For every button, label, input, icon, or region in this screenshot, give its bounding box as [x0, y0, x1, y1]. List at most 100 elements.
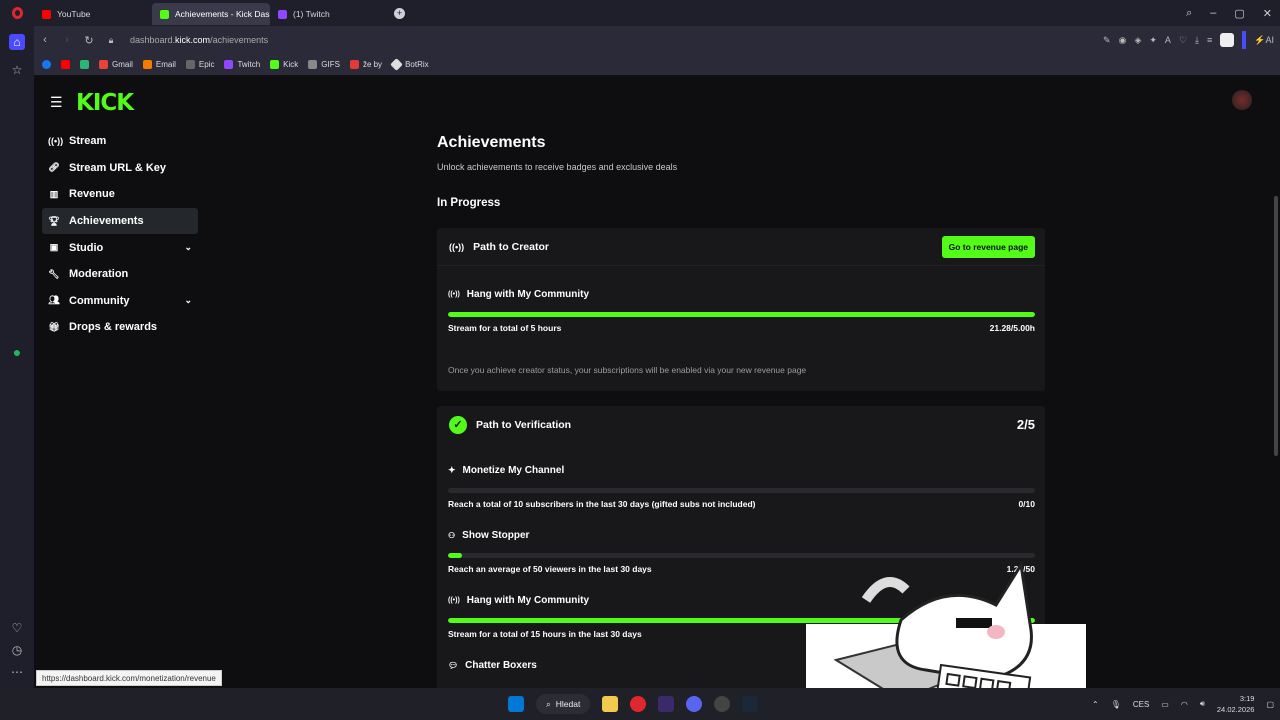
- heart-toolbar-icon[interactable]: ♡: [1179, 35, 1187, 46]
- broadcast-icon: ((•)): [449, 241, 465, 252]
- bookmark-red-icon: [349, 60, 359, 69]
- ai-label: AI: [1265, 34, 1274, 45]
- bookmark-epic[interactable]: Epic: [185, 60, 214, 69]
- task-title: Hang with My Community: [466, 594, 590, 606]
- opera-icon[interactable]: [630, 696, 647, 712]
- taskbar-apps: ⌕ Hledat: [508, 688, 759, 720]
- spotify-icon[interactable]: ●: [9, 344, 25, 360]
- nav-item-drops-rewards[interactable]: 🎁︎ Drops & rewards: [42, 314, 198, 341]
- address-bar: ‹ › ↻ 🔒︎ dashboard.kick.com/achievements…: [34, 26, 1280, 54]
- go-to-revenue-button[interactable]: Go to revenue page: [941, 236, 1035, 258]
- gift-icon: 🎁︎: [48, 321, 60, 332]
- edit-icon[interactable]: ✎: [1103, 35, 1111, 46]
- nav-item-revenue[interactable]: ▥ Revenue: [42, 181, 198, 208]
- windows-start-icon[interactable]: [508, 696, 524, 712]
- opera-logo-icon[interactable]: [0, 0, 34, 26]
- bookmark-app-icon[interactable]: [80, 60, 89, 69]
- chrome-icon[interactable]: [714, 696, 731, 712]
- close-button[interactable]: ✕: [1263, 7, 1272, 20]
- notification-icon[interactable]: ▢: [1266, 700, 1274, 709]
- wrench-icon: 🔧︎: [48, 268, 60, 279]
- facebook-icon[interactable]: [42, 60, 51, 69]
- vpn-icon[interactable]: ✦: [1149, 35, 1157, 46]
- bookmark-email[interactable]: Email: [142, 60, 176, 69]
- forward-icon[interactable]: ›: [56, 34, 78, 46]
- task-title: Monetize My Channel: [462, 464, 565, 476]
- page-scrollbar[interactable]: [1274, 196, 1278, 456]
- nav-item-achievements[interactable]: 🏆︎ Achievements: [42, 207, 198, 235]
- network-icon[interactable]: ▭: [1161, 700, 1169, 709]
- bookmark-label: GIFS: [321, 60, 340, 69]
- menu-icon[interactable]: ≡: [1207, 35, 1212, 45]
- task-description: Stream for a total of 15 hours in the la…: [448, 629, 642, 639]
- bookmark-twitch[interactable]: Twitch: [224, 60, 260, 69]
- epic-icon: [185, 60, 195, 69]
- nav-item-stream[interactable]: ((•)) Stream: [42, 128, 198, 155]
- tab-label: (1) Twitch: [293, 9, 330, 19]
- bookmark-gmail[interactable]: Gmail: [99, 60, 133, 69]
- bookmark-kick[interactable]: Kick: [270, 60, 298, 69]
- chevron-down-icon[interactable]: ⌄: [184, 242, 192, 253]
- reload-icon[interactable]: ↻: [78, 34, 100, 47]
- more-icon[interactable]: ⋯: [9, 664, 25, 680]
- bookmark-ze-by[interactable]: že by: [349, 60, 382, 69]
- bookmark-label: Email: [155, 60, 176, 69]
- chevron-down-icon[interactable]: ⌄: [184, 295, 192, 306]
- task-description: Reach a total of 10 subscribers in the l…: [448, 499, 756, 509]
- hamburger-menu-icon[interactable]: ☰: [50, 94, 63, 111]
- nav-item-stream-url-key[interactable]: 🔗︎ Stream URL & Key: [42, 155, 198, 182]
- clock-date: 24.02.2026: [1216, 705, 1255, 714]
- twitch-favicon-icon: [278, 9, 287, 19]
- tab-kick-achievements[interactable]: Achievements - Kick Dashb: [152, 3, 270, 25]
- bookmark-botrix[interactable]: BotRix: [390, 58, 429, 71]
- search-icon: ⌕: [546, 698, 551, 709]
- nav-item-studio[interactable]: ▣ Studio ⌄: [42, 234, 198, 261]
- wifi-icon[interactable]: ◠: [1181, 700, 1188, 709]
- back-icon[interactable]: ‹: [34, 34, 56, 46]
- kick-favicon-icon: [160, 9, 169, 19]
- steam-icon[interactable]: [742, 696, 759, 712]
- task-title-row: ((•)) Hang with My Community: [437, 286, 1045, 302]
- history-icon[interactable]: ◷: [9, 642, 25, 658]
- ai-button[interactable]: ⚡AI: [1254, 35, 1274, 46]
- tray-expand-icon[interactable]: ⌃: [1092, 700, 1099, 709]
- search-tabs-icon[interactable]: ⌕: [1186, 7, 1192, 20]
- taskbar-search[interactable]: ⌕ Hledat: [536, 694, 591, 714]
- heart-icon[interactable]: ♡: [9, 620, 25, 636]
- url-field[interactable]: dashboard.kick.com/achievements: [130, 35, 268, 45]
- taskbar-clock[interactable]: 3:19 24.02.2026: [1217, 693, 1255, 715]
- tab-youtube[interactable]: YouTube: [34, 3, 152, 25]
- task-title: Hang with My Community: [466, 288, 590, 300]
- kick-logo[interactable]: KICK: [76, 90, 134, 116]
- next-app-icon[interactable]: [658, 696, 675, 712]
- star-icon[interactable]: ☆: [9, 62, 25, 78]
- bookmark-gifs[interactable]: GIFS: [308, 60, 340, 69]
- tab-twitch[interactable]: (1) Twitch: [270, 3, 388, 25]
- volume-icon[interactable]: 🔊︎: [1200, 699, 1205, 709]
- microphone-icon[interactable]: 🎙︎: [1111, 700, 1121, 709]
- translate-icon[interactable]: A: [1165, 35, 1171, 45]
- search-label: Hledat: [555, 699, 581, 709]
- minimize-button[interactable]: –: [1210, 7, 1216, 19]
- file-explorer-icon[interactable]: [602, 696, 619, 712]
- nav-label: Moderation: [69, 268, 129, 281]
- download-icon[interactable]: ⤓: [1195, 35, 1199, 46]
- card-title: Path to Verification: [476, 419, 572, 431]
- toolbar-icons: ✎ ◉ ◈ ✦ A ♡ ⤓ ≡ ⚡AI: [1103, 26, 1274, 54]
- shield-icon[interactable]: ◈: [1134, 35, 1141, 46]
- extension-icon[interactable]: [1220, 33, 1235, 47]
- discord-icon[interactable]: [686, 696, 703, 712]
- maximize-button[interactable]: ▢: [1234, 7, 1244, 20]
- avatar[interactable]: [1232, 90, 1252, 110]
- camera-icon[interactable]: ◉: [1119, 35, 1127, 46]
- nav-item-community[interactable]: 👥︎ Community ⌄: [42, 288, 198, 315]
- language-indicator[interactable]: CES: [1133, 700, 1149, 709]
- nav-label: Community: [69, 294, 130, 307]
- task-description: Stream for a total of 5 hours: [448, 323, 562, 333]
- home-icon[interactable]: ⌂: [9, 34, 25, 50]
- card-header: ((•)) Path to Creator Go to revenue page: [437, 228, 1045, 266]
- url-prefix: dashboard.: [130, 35, 176, 45]
- nav-item-moderation[interactable]: 🔧︎ Moderation: [42, 261, 198, 288]
- youtube-bookmark-icon[interactable]: [61, 60, 70, 69]
- new-tab-button[interactable]: +: [394, 7, 405, 19]
